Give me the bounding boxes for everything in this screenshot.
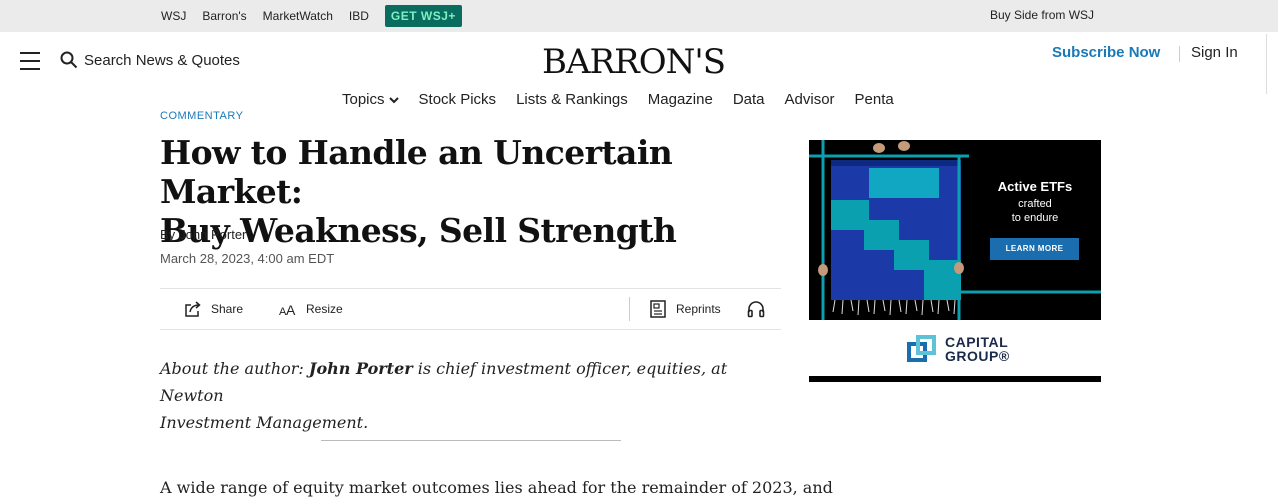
ad-title: Active ETFs	[997, 179, 1073, 194]
nav-topics[interactable]: Topics	[342, 91, 399, 108]
ad-artwork	[809, 140, 1101, 320]
hamburger-menu-icon[interactable]	[20, 52, 40, 70]
byline-prefix: By	[160, 227, 176, 242]
nav-lists-rankings[interactable]: Lists & Rankings	[516, 91, 628, 108]
resize-button[interactable]: A A Resize	[278, 289, 343, 329]
ad-sub-line-1: crafted	[1018, 198, 1052, 210]
resize-label: Resize	[306, 302, 343, 316]
brand-line-1: CAPITAL	[945, 334, 1009, 350]
edge-line	[1266, 34, 1267, 94]
buy-side-link[interactable]: Buy Side from WSJ	[990, 8, 1094, 22]
brand-line-2: GROUP®	[945, 348, 1010, 364]
nav-penta[interactable]: Penta	[855, 91, 894, 108]
capital-group-ad[interactable]: Active ETFs crafted to endure LEARN MORE…	[809, 140, 1101, 382]
byline: By John Porter	[160, 227, 246, 242]
get-wsj-plus-button[interactable]: GET WSJ+	[384, 5, 462, 27]
svg-text:A: A	[286, 302, 296, 318]
section-divider	[321, 440, 621, 441]
capital-group-brand: CAPITAL GROUP®	[907, 334, 1010, 364]
toolbar-divider	[629, 297, 630, 321]
share-icon	[185, 301, 201, 317]
search-icon	[60, 51, 78, 69]
nav-stock-picks[interactable]: Stock Picks	[419, 91, 497, 108]
top-links: WSJ Barron's MarketWatch IBD GET WSJ+	[161, 0, 462, 32]
kicker-label: COMMENTARY	[160, 110, 244, 120]
nav-topics-label: Topics	[342, 91, 385, 108]
top-utility-bar: WSJ Barron's MarketWatch IBD GET WSJ+ Bu…	[0, 0, 1278, 32]
reprints-icon	[650, 300, 666, 318]
capital-group-logo-icon	[907, 335, 936, 362]
subscribe-now-link[interactable]: Subscribe Now	[1052, 44, 1160, 61]
nav-advisor[interactable]: Advisor	[785, 91, 835, 108]
brand-text: CAPITAL GROUP®	[945, 335, 1010, 363]
top-link-wsj[interactable]: WSJ	[161, 9, 186, 23]
nav-magazine[interactable]: Magazine	[648, 91, 713, 108]
article-kicker[interactable]: COMMENTARY	[160, 108, 243, 120]
publish-date: March 28, 2023, 4:00 am EDT	[160, 251, 335, 266]
resize-text-icon: A A	[279, 302, 296, 318]
ad-sub-line-2: to endure	[1011, 212, 1059, 224]
learn-more-button[interactable]: LEARN MORE	[990, 238, 1079, 260]
about-author-name: John Porter	[308, 359, 413, 378]
about-author-note: About the author: John Porter is chief i…	[160, 355, 780, 436]
top-link-marketwatch[interactable]: MarketWatch	[263, 9, 333, 23]
share-label: Share	[211, 302, 244, 316]
reprints-button[interactable]: Reprints	[648, 289, 721, 329]
author-link[interactable]: John Porter	[179, 227, 246, 242]
about-prefix: About the author:	[160, 359, 304, 378]
barrons-logo[interactable]: BARRON'S	[542, 42, 726, 82]
search-button[interactable]: Search News & Quotes	[60, 51, 240, 69]
headphones-icon	[747, 301, 765, 318]
share-button[interactable]: Share	[183, 289, 243, 329]
listen-button[interactable]	[746, 289, 766, 329]
top-link-ibd[interactable]: IBD	[349, 9, 369, 23]
top-link-barrons[interactable]: Barron's	[202, 9, 246, 23]
sign-in-link[interactable]: Sign In	[1191, 44, 1238, 61]
article-toolbar: Share A A Resize Reprints	[160, 288, 781, 330]
ad-subtitle: crafted to endure	[995, 197, 1075, 225]
article-headline: How to Handle an Uncertain Market: Buy W…	[160, 133, 800, 250]
nav-data[interactable]: Data	[733, 91, 765, 108]
chevron-down-icon	[388, 96, 399, 103]
main-nav: Topics Stock Picks Lists & Rankings Maga…	[342, 91, 914, 108]
article-body-first-line: A wide range of equity market outcomes l…	[160, 478, 833, 497]
headline-line-1: How to Handle an Uncertain Market:	[160, 133, 673, 211]
reprints-label: Reprints	[676, 302, 721, 316]
search-label: Search News & Quotes	[84, 51, 240, 69]
about-line-2: Investment Management.	[160, 413, 369, 432]
header-divider	[1179, 46, 1180, 62]
